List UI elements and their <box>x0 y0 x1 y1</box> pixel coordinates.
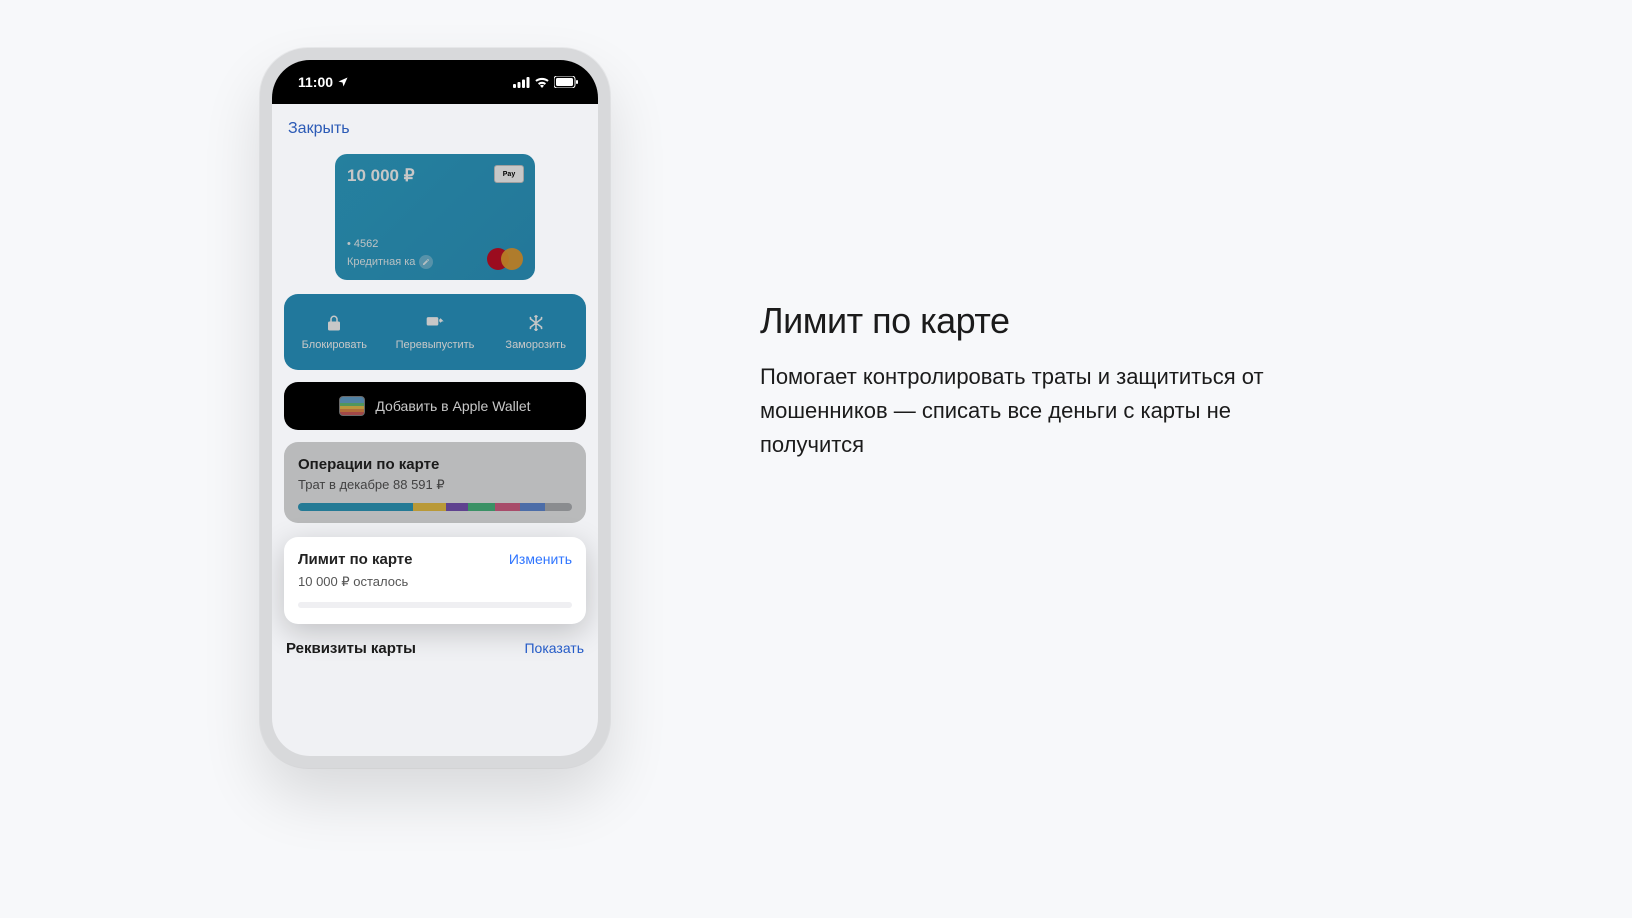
reissue-button[interactable]: Перевыпустить <box>385 294 486 370</box>
lock-icon <box>324 313 344 333</box>
marketing-heading: Лимит по карте <box>760 300 1320 342</box>
wallet-label: Добавить в Apple Wallet <box>375 398 530 414</box>
operations-segment <box>413 503 446 511</box>
limit-change-button[interactable]: Изменить <box>509 551 572 567</box>
freeze-button[interactable]: Заморозить <box>485 294 586 370</box>
wifi-icon <box>534 76 550 88</box>
phone-frame: 11:00 <box>260 48 610 768</box>
reissue-label: Перевыпустить <box>396 339 475 351</box>
marketing-body: Помогает контролировать траты и защитить… <box>760 360 1320 462</box>
screen-content: Закрыть 10 000 ₽ Pay • 4562 Кредитная ка <box>272 104 598 756</box>
requisites-title: Реквизиты карты <box>286 640 416 657</box>
close-button[interactable]: Закрыть <box>284 112 354 150</box>
marketing-copy: Лимит по карте Помогает контролировать т… <box>760 300 1320 462</box>
apple-pay-badge: Pay <box>494 165 524 183</box>
dimmed-background: Закрыть 10 000 ₽ Pay • 4562 Кредитная ка <box>272 104 598 523</box>
operations-chart-bar <box>298 503 572 511</box>
snowflake-icon <box>526 313 546 333</box>
mastercard-icon <box>487 248 523 270</box>
phone-mockup: 11:00 <box>260 48 610 768</box>
signal-icon <box>513 77 530 88</box>
status-bar: 11:00 <box>272 60 598 104</box>
phone-screen: 11:00 <box>272 60 598 756</box>
freeze-label: Заморозить <box>505 339 566 351</box>
requisites-show-button[interactable]: Показать <box>524 640 584 656</box>
location-arrow-icon <box>337 76 349 88</box>
card-limit-panel[interactable]: Лимит по карте Изменить 10 000 ₽ осталос… <box>284 537 586 624</box>
status-time: 11:00 <box>298 74 333 90</box>
bank-card[interactable]: 10 000 ₽ Pay • 4562 Кредитная ка <box>335 154 535 280</box>
operations-segment <box>298 503 413 511</box>
operations-subtitle: Трат в декабре 88 591 ₽ <box>298 477 572 493</box>
pencil-icon[interactable] <box>419 255 433 269</box>
card-type-label: Кредитная ка <box>347 255 433 269</box>
block-label: Блокировать <box>302 339 367 351</box>
apple-wallet-icon <box>339 396 365 416</box>
limit-title: Лимит по карте <box>298 551 412 568</box>
block-button[interactable]: Блокировать <box>284 294 385 370</box>
operations-title: Операции по карте <box>298 456 572 473</box>
operations-segment <box>446 503 468 511</box>
operations-segment <box>545 503 572 511</box>
battery-icon <box>554 76 578 88</box>
operations-segment <box>468 503 495 511</box>
limit-subtitle: 10 000 ₽ осталось <box>298 574 572 590</box>
card-actions: Блокировать Перевыпустить <box>284 294 586 370</box>
operations-card[interactable]: Операции по карте Трат в декабре 88 591 … <box>284 442 586 523</box>
limit-progress-bar <box>298 602 572 608</box>
operations-segment <box>520 503 545 511</box>
card-last4: • 4562 <box>347 238 378 250</box>
reissue-icon <box>425 313 445 333</box>
operations-segment <box>495 503 520 511</box>
requisites-row[interactable]: Реквизиты карты Показать <box>286 640 584 657</box>
add-to-apple-wallet-button[interactable]: Добавить в Apple Wallet <box>284 382 586 430</box>
